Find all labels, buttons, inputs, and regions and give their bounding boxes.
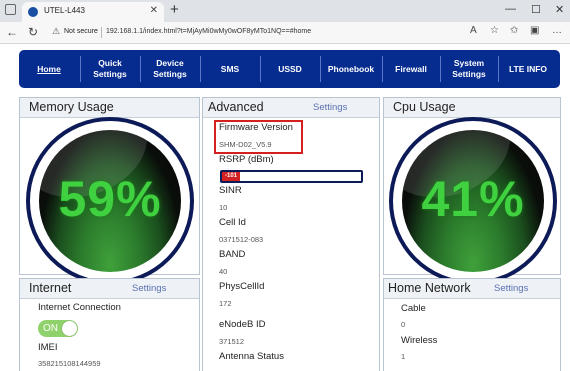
cable-value: 0	[401, 320, 406, 329]
nav-home[interactable]: Home	[24, 50, 74, 88]
memory-usage-panel: Memory Usage 59%	[19, 97, 200, 285]
internet-settings-link[interactable]: Settings	[132, 283, 166, 294]
nav-device-settings-label: Device Settings	[153, 58, 187, 79]
toggle-knob	[62, 321, 77, 336]
maximize-icon[interactable]: ☐	[531, 3, 541, 16]
rsrp-value: -101	[225, 173, 238, 179]
internet-header: Internet Settings	[20, 279, 199, 299]
cpu-gauge: 41%	[389, 117, 557, 285]
sinr-label: SINR	[219, 185, 242, 196]
advanced-title: Advanced	[208, 100, 264, 114]
favorites-icon[interactable]: ✩	[510, 25, 518, 36]
address-bar-row: ← ↻ ⚠ Not secure 192.168.1.1/index.html?…	[0, 22, 570, 44]
cpu-usage-value: 41%	[421, 171, 525, 227]
nav-device-settings[interactable]: Device Settings	[141, 50, 199, 88]
internet-connection-toggle[interactable]: ON	[38, 320, 78, 337]
warning-icon[interactable]: ⚠	[52, 26, 60, 37]
favorite-star-icon[interactable]: ☆	[490, 25, 499, 36]
collections-icon[interactable]: ▣	[530, 25, 539, 36]
back-icon[interactable]: ←	[6, 25, 18, 39]
antenna-status-label: Antenna Status	[219, 351, 284, 362]
sinr-value: 10	[219, 203, 228, 212]
phys-cell-id-label: PhysCellId	[219, 281, 265, 292]
imei-label: IMEI	[38, 342, 58, 353]
memory-usage-header: Memory Usage	[20, 98, 199, 118]
browser-tab-bar: UTEL-L443 ✕ + — ☐ ✕	[0, 0, 570, 22]
tab-close-icon[interactable]: ✕	[150, 5, 158, 16]
read-aloud-icon[interactable]: A	[470, 25, 477, 36]
enodeb-id-value: 371512	[219, 337, 245, 346]
nav-quick-settings[interactable]: Quick Settings	[81, 50, 139, 88]
url-text[interactable]: 192.168.1.1/index.html?t=MjAyMi0wMy0wOF8…	[106, 28, 311, 35]
site-favicon-icon	[28, 7, 38, 17]
nav-ussd-label: USSD	[278, 63, 302, 74]
url-separator	[101, 27, 102, 38]
memory-usage-title: Memory Usage	[29, 100, 114, 114]
enodeb-id-label: eNodeB ID	[219, 319, 266, 330]
minimize-icon[interactable]: —	[505, 3, 516, 15]
url-field[interactable]: ⚠ Not secure 192.168.1.1/index.html?t=Mj…	[48, 24, 530, 42]
wireless-value: 1	[401, 352, 406, 361]
home-network-header: Home Network Settings	[384, 279, 560, 299]
nav-home-label: Home	[37, 63, 61, 74]
nav-system-settings-label: System Settings	[452, 58, 486, 79]
cpu-usage-title: Cpu Usage	[393, 100, 456, 114]
reload-icon[interactable]: ↻	[28, 25, 38, 39]
close-window-icon[interactable]: ✕	[555, 3, 564, 16]
nav-phonebook[interactable]: Phonebook	[321, 50, 381, 88]
internet-title: Internet	[29, 281, 72, 295]
cpu-usage-panel: Cpu Usage 41%	[383, 97, 561, 285]
not-secure-label[interactable]: Not secure	[64, 28, 98, 35]
new-tab-button[interactable]: +	[170, 1, 179, 18]
memory-gauge-ring: 59%	[30, 121, 190, 281]
nav-system-settings[interactable]: System Settings	[441, 50, 497, 88]
rsrp-label: RSRP (dBm)	[219, 154, 274, 165]
cpu-gauge-face: 41%	[402, 130, 544, 272]
cable-label: Cable	[401, 303, 426, 314]
home-network-panel: Home Network Settings	[383, 278, 561, 371]
imei-value: 358215108144959	[38, 359, 101, 368]
nav-sms[interactable]: SMS	[201, 50, 259, 88]
nav-sms-label: SMS	[220, 63, 240, 74]
cpu-gauge-ring: 41%	[393, 121, 553, 281]
advanced-header: Advanced Settings	[203, 98, 379, 118]
toggle-state-label: ON	[43, 323, 58, 334]
band-value: 40	[219, 267, 228, 276]
nav-lte-info[interactable]: LTE INFO	[499, 50, 557, 88]
internet-connection-label: Internet Connection	[38, 302, 121, 313]
memory-gauge: 59%	[26, 117, 194, 285]
firmware-version-value: SHM-D02_V5.9	[219, 140, 272, 149]
cell-id-label: Cell Id	[219, 217, 246, 228]
nav-phonebook-label: Phonebook	[327, 63, 375, 74]
nav-quick-settings-label: Quick Settings	[93, 58, 127, 79]
main-nav: Home Quick Settings Device Settings SMS …	[19, 50, 560, 88]
tab-title: UTEL-L443	[44, 6, 85, 15]
cpu-usage-header: Cpu Usage	[384, 98, 560, 118]
home-network-settings-link[interactable]: Settings	[494, 283, 528, 294]
band-label: BAND	[219, 249, 246, 260]
home-network-title: Home Network	[388, 281, 471, 295]
wireless-label: Wireless	[401, 335, 438, 346]
cell-id-value: 0371512-083	[219, 235, 264, 244]
more-menu-icon[interactable]: …	[552, 25, 562, 36]
nav-firewall-label: Firewall	[395, 63, 427, 74]
rsrp-signal-bar: -101	[220, 170, 363, 183]
memory-usage-value: 59%	[58, 171, 162, 227]
memory-gauge-face: 59%	[39, 130, 181, 272]
browser-tab[interactable]: UTEL-L443 ✕	[22, 2, 164, 22]
firmware-version-label: Firmware Version	[219, 122, 293, 133]
advanced-settings-link[interactable]: Settings	[313, 102, 347, 113]
nav-ussd[interactable]: USSD	[261, 50, 319, 88]
tab-actions-icon[interactable]	[5, 4, 16, 15]
nav-firewall[interactable]: Firewall	[383, 50, 439, 88]
nav-lte-info-label: LTE INFO	[508, 63, 548, 74]
phys-cell-id-value: 172	[219, 299, 232, 308]
